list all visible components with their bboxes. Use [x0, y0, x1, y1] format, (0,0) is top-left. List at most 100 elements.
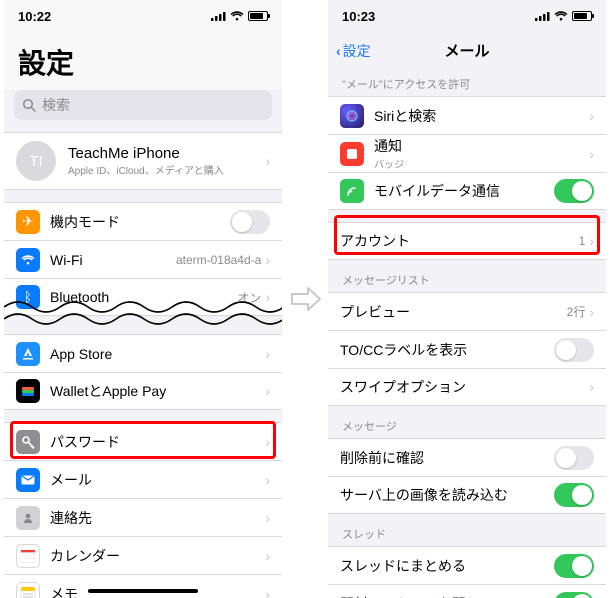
- settings-screen: 10:22 設定 検索 TI TeachMe iPhone Apple ID、i…: [4, 0, 282, 598]
- row-label: モバイルデータ通信: [374, 181, 500, 201]
- contacts-icon: [16, 506, 40, 530]
- row-label: 機内モード: [50, 212, 120, 232]
- signal-icon: [211, 11, 226, 21]
- row-collapse-read[interactable]: 開封メッセージを閉じる: [328, 584, 606, 598]
- row-calendar[interactable]: カレンダー ›: [4, 536, 282, 574]
- app-store-icon: [16, 342, 40, 366]
- wifi-icon: [230, 11, 244, 21]
- row-detail: aterm-018a4d-a: [176, 253, 261, 267]
- airplane-icon: ✈︎: [16, 210, 40, 234]
- row-label: Siriと検索: [374, 106, 436, 126]
- row-label: 通知: [374, 136, 404, 156]
- row-detail: 1: [579, 234, 586, 248]
- apple-id-sub: Apple ID、iCloud、メディアと購入: [68, 162, 224, 177]
- chevron-right-icon: ›: [589, 379, 594, 395]
- chevron-right-icon: ›: [589, 108, 594, 124]
- toggle[interactable]: [554, 446, 594, 470]
- chevron-right-icon: ›: [265, 472, 270, 488]
- cellular-icon: [340, 179, 364, 203]
- group-header-msglist: メッセージリスト: [328, 272, 606, 292]
- back-label: 設定: [343, 41, 371, 61]
- row-cellular-data[interactable]: モバイルデータ通信: [328, 172, 606, 210]
- row-label: 連絡先: [50, 508, 92, 528]
- toggle[interactable]: [554, 554, 594, 578]
- row-sub: バッジ: [374, 156, 404, 171]
- chevron-right-icon: ›: [589, 304, 594, 320]
- key-icon: [16, 430, 40, 454]
- row-contacts[interactable]: 連絡先 ›: [4, 498, 282, 536]
- row-notifications[interactable]: 通知 バッジ ›: [328, 134, 606, 172]
- toggle[interactable]: [554, 483, 594, 507]
- chevron-right-icon: ›: [265, 346, 270, 362]
- chevron-right-icon: ›: [589, 146, 594, 162]
- row-siri-search[interactable]: Siriと検索 ›: [328, 96, 606, 134]
- chevron-right-icon: ›: [265, 383, 270, 399]
- toggle[interactable]: [230, 210, 270, 234]
- row-load-remote-images[interactable]: サーバ上の画像を読み込む: [328, 476, 606, 514]
- avatar: TI: [16, 141, 56, 181]
- row-label: プレビュー: [340, 302, 410, 322]
- row-label: 開封メッセージを閉じる: [340, 594, 494, 598]
- row-accounts[interactable]: アカウント 1›: [328, 222, 606, 260]
- row-tocc-labels[interactable]: TO/CCラベルを表示: [328, 330, 606, 368]
- wifi-icon: [554, 11, 568, 21]
- mail-icon: [16, 468, 40, 492]
- nav-bar: ‹ 設定 メール: [328, 32, 606, 70]
- chevron-right-icon: ›: [265, 510, 270, 526]
- home-indicator[interactable]: [88, 589, 198, 593]
- calendar-icon: [16, 544, 40, 568]
- group-header-thread: スレッド: [328, 526, 606, 546]
- row-label: カレンダー: [50, 546, 120, 566]
- battery-icon: [248, 11, 268, 21]
- row-label: Wi-Fi: [50, 252, 83, 268]
- arrow-right-icon: [288, 282, 322, 316]
- status-bar: 10:22: [4, 0, 282, 32]
- wallet-icon: [16, 379, 40, 403]
- row-label: スワイプオプション: [340, 377, 466, 397]
- siri-icon: [340, 104, 364, 128]
- apple-id-name: TeachMe iPhone: [68, 145, 224, 162]
- row-mail[interactable]: メール ›: [4, 460, 282, 498]
- row-preview[interactable]: プレビュー 2行›: [328, 292, 606, 330]
- status-bar: 10:23: [328, 0, 606, 32]
- chevron-right-icon: ›: [265, 153, 270, 169]
- row-swipe-options[interactable]: スワイプオプション ›: [328, 368, 606, 406]
- status-time: 10:22: [18, 9, 51, 24]
- notifications-icon: [340, 142, 364, 166]
- row-app-store[interactable]: App Store ›: [4, 334, 282, 372]
- group-header-msg: メッセージ: [328, 418, 606, 438]
- mail-settings-screen: 10:23 ‹ 設定 メール "メール"にアクセスを許可 Siriと検索 ›: [328, 0, 606, 598]
- row-label: WalletとApple Pay: [50, 381, 166, 401]
- toggle[interactable]: [554, 179, 594, 203]
- row-label: スレッドにまとめる: [340, 556, 466, 576]
- chevron-right-icon: ›: [265, 586, 270, 598]
- content-omitted-squiggle: [4, 300, 282, 326]
- toggle[interactable]: [554, 338, 594, 362]
- search-input[interactable]: 検索: [14, 90, 272, 120]
- row-passwords[interactable]: パスワード ›: [4, 422, 282, 460]
- wifi-app-icon: [16, 248, 40, 272]
- chevron-right-icon: ›: [265, 252, 270, 268]
- row-label: メール: [50, 470, 92, 490]
- row-label: サーバ上の画像を読み込む: [340, 485, 508, 505]
- row-label: メモ: [50, 584, 78, 598]
- row-wifi[interactable]: Wi-Fi aterm-018a4d-a ›: [4, 240, 282, 278]
- row-notes[interactable]: メモ ›: [4, 574, 282, 598]
- chevron-right-icon: ›: [589, 233, 594, 249]
- signal-icon: [535, 11, 550, 21]
- row-wallet[interactable]: WalletとApple Pay ›: [4, 372, 282, 410]
- chevron-right-icon: ›: [265, 434, 270, 450]
- row-label: アカウント: [340, 231, 410, 251]
- row-label: パスワード: [50, 432, 120, 452]
- back-button[interactable]: ‹ 設定: [336, 41, 371, 61]
- row-airplane-mode[interactable]: ✈︎ 機内モード: [4, 202, 282, 240]
- apple-id-row[interactable]: TI TeachMe iPhone Apple ID、iCloud、メディアと購…: [4, 132, 282, 190]
- toggle[interactable]: [554, 592, 594, 598]
- status-time: 10:23: [342, 9, 375, 24]
- battery-icon: [572, 11, 592, 21]
- row-label: 削除前に確認: [340, 448, 424, 468]
- row-ask-before-delete[interactable]: 削除前に確認: [328, 438, 606, 476]
- row-organize-thread[interactable]: スレッドにまとめる: [328, 546, 606, 584]
- notes-icon: [16, 582, 40, 598]
- page-title: 設定: [4, 32, 282, 90]
